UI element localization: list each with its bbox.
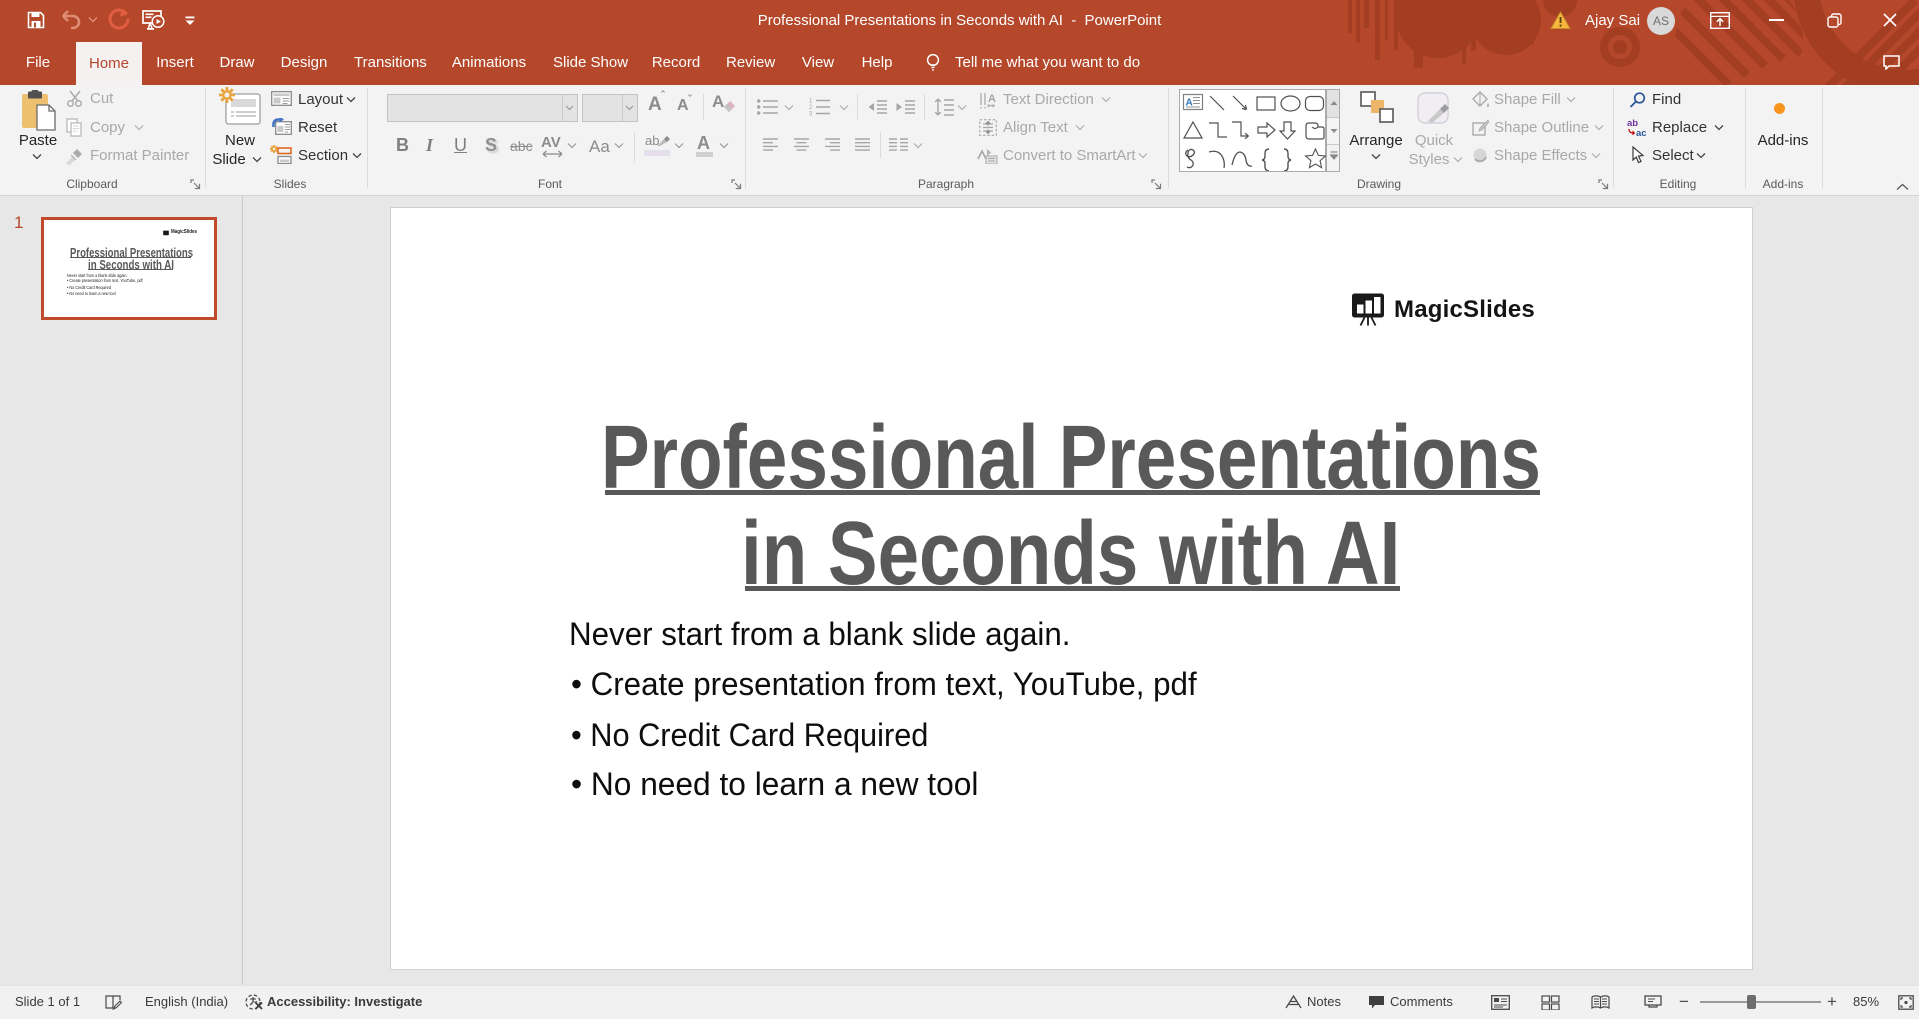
svg-text:2: 2: [809, 105, 813, 111]
svg-text:A: A: [988, 93, 996, 105]
svg-text:3: 3: [809, 112, 813, 117]
svg-text:1: 1: [809, 99, 813, 105]
svg-text:ac: ac: [1636, 128, 1647, 137]
